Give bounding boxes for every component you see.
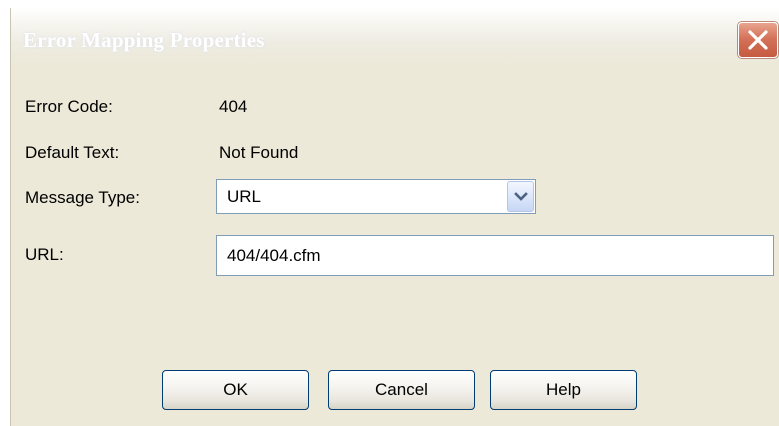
help-button[interactable]: Help bbox=[490, 370, 637, 410]
url-label: URL: bbox=[25, 245, 64, 264]
error-code-value: 404 bbox=[219, 97, 248, 116]
default-text-value: Not Found bbox=[219, 143, 299, 162]
url-input[interactable] bbox=[216, 235, 774, 276]
dropdown-button[interactable] bbox=[507, 181, 534, 212]
chevron-down-icon bbox=[513, 191, 528, 201]
cancel-button[interactable]: Cancel bbox=[328, 370, 475, 410]
message-type-select[interactable]: URL bbox=[216, 179, 536, 214]
default-text-label: Default Text: bbox=[25, 143, 120, 162]
error-mapping-dialog: Error Mapping Properties Error Code: 404… bbox=[10, 8, 779, 426]
close-button[interactable] bbox=[738, 22, 778, 58]
title-bar[interactable]: Error Mapping Properties bbox=[11, 8, 779, 66]
error-code-label: Error Code: bbox=[25, 97, 113, 116]
ok-button[interactable]: OK bbox=[162, 370, 309, 410]
window-title: Error Mapping Properties bbox=[23, 28, 265, 52]
close-icon bbox=[748, 30, 768, 50]
message-type-label: Message Type: bbox=[25, 188, 140, 207]
message-type-selected-value: URL bbox=[227, 187, 262, 206]
